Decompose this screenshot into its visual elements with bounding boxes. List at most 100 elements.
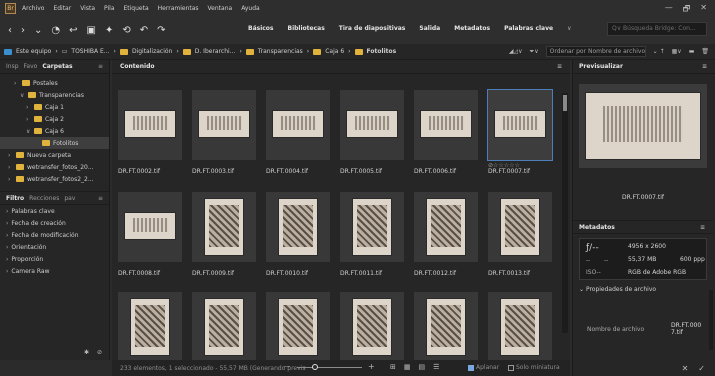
filter-1[interactable]: › Palabras clave [0, 205, 109, 217]
minimize-icon[interactable]: — [665, 3, 673, 17]
quality-icon[interactable]: ◢◿∨ [509, 48, 523, 55]
rotate-left-icon[interactable]: ↶ [140, 25, 148, 36]
thumbnail-filename[interactable]: DR.FT.0007.tif [488, 168, 530, 175]
details-view-icon[interactable]: ▤ [419, 363, 426, 371]
panel-menu-icon[interactable]: ≡ [98, 63, 103, 70]
thumbnail-filename[interactable]: DR.FT.0002.tif [118, 168, 160, 175]
tree-item-7[interactable]: › Nueva carpeta [0, 149, 109, 161]
expand-icon[interactable]: › [8, 152, 13, 159]
list-view-icon[interactable]: ☰ [433, 363, 439, 371]
menu-pila[interactable]: Pila [104, 5, 115, 12]
expand-icon[interactable]: › [26, 116, 31, 123]
expand-icon[interactable]: ∨ [26, 128, 31, 135]
trash-icon[interactable]: 🗑 [701, 48, 709, 55]
sort-select[interactable]: Ordenar por Nombre de archivo [545, 46, 646, 57]
apply-icon[interactable]: ✓ [698, 364, 705, 373]
thumbnail-filename[interactable]: DR.FT.0005.tif [340, 168, 382, 175]
crumb-iberarchi[interactable]: D. Iberarchi... [195, 48, 236, 55]
preview-image[interactable] [579, 84, 707, 168]
thumbnail-10[interactable] [340, 192, 404, 262]
thumbnail-filename[interactable]: DR.FT.0013.tif [488, 270, 530, 277]
thumbnail-7[interactable] [118, 192, 182, 262]
thumbnail-6[interactable] [487, 89, 553, 161]
crumb-caja6[interactable]: Caja 6 [325, 48, 344, 55]
history-icon[interactable]: ⌄ [34, 25, 42, 36]
crumb-transparencias[interactable]: Transparencias [258, 48, 303, 55]
menu-ayuda[interactable]: Ayuda [241, 5, 260, 12]
thumbnail-filename[interactable]: DR.FT.0010.tif [266, 270, 308, 277]
menu-vista[interactable]: Vista [80, 5, 95, 12]
thumbnail-filename[interactable]: DR.FT.0006.tif [414, 168, 456, 175]
open-recent-icon[interactable]: ⟲ [122, 25, 130, 36]
content-scrollbar[interactable] [562, 93, 568, 333]
thumbnail-size-slider[interactable] [297, 367, 362, 368]
thumbnail-18[interactable] [488, 292, 552, 362]
content-tab[interactable]: Contenido ≡ [112, 60, 570, 74]
refine-icon[interactable]: ✦ [105, 25, 113, 36]
thumbnail-4[interactable] [340, 90, 404, 160]
rotate-right-icon[interactable]: ↷ [157, 25, 165, 36]
tree-item-5[interactable]: ∨ Caja 6 [0, 125, 109, 137]
tab-filtro[interactable]: Filtro [6, 195, 24, 202]
expand-icon[interactable]: › [8, 164, 13, 171]
scroll-thumb[interactable] [563, 95, 567, 111]
thumbnail-filename[interactable]: DR.FT.0009.tif [192, 270, 234, 277]
tab-inspector[interactable]: Insp [6, 63, 19, 70]
forward-icon[interactable]: › [21, 25, 25, 36]
return-icon[interactable]: ↩ [69, 25, 77, 36]
workspace-palabras-clave[interactable]: Palabras clave [504, 25, 553, 32]
thumbnail-view-icon[interactable]: ▦ [404, 363, 411, 371]
tab-recciones[interactable]: Recciones [29, 195, 59, 202]
tree-item-4[interactable]: › Caja 2 [0, 113, 109, 125]
zoom-in-button[interactable]: + [368, 362, 375, 371]
thumbnail-9[interactable] [266, 192, 330, 262]
thumbnail-5[interactable] [414, 90, 478, 160]
cancel-icon[interactable]: ✕ [682, 364, 689, 373]
grid-lock-icon[interactable]: ⊞ [390, 363, 396, 371]
crumb-fotolitos[interactable]: Fotolitos [367, 48, 397, 55]
thumbnail-filename[interactable]: DR.FT.0012.tif [414, 270, 456, 277]
thumbnail-14[interactable] [192, 292, 256, 362]
expand-icon[interactable]: › [8, 176, 13, 183]
workspace-salida[interactable]: Salida [419, 25, 440, 32]
workspace-basicos[interactable]: Básicos [248, 25, 274, 32]
search-input[interactable]: Q∨ Búsqueda Bridge: Con... [607, 22, 707, 36]
menu-etiqueta[interactable]: Etiqueta [124, 5, 149, 12]
thumbnail-11[interactable] [414, 192, 478, 262]
crumb-toshiba[interactable]: TOSHIBA E... [71, 48, 109, 55]
tree-item-9[interactable]: › wetransfer_fotos2_2... [0, 173, 109, 185]
filter-3[interactable]: › Fecha de modificación [0, 229, 109, 241]
camera-icon[interactable]: ▣ [87, 25, 96, 36]
tab-favoritos[interactable]: Favo [24, 63, 38, 70]
crumb-este-equipo[interactable]: Este equipo [16, 48, 51, 55]
tab-metadatos[interactable]: Metadatos ≡ [573, 220, 713, 234]
workspace-metadatos[interactable]: Metadatos [454, 25, 490, 32]
thumbnail-13[interactable] [118, 292, 182, 362]
tree-item-2[interactable]: ∨ Transparencias [0, 89, 109, 101]
menu-ventana[interactable]: Ventana [208, 5, 233, 12]
panel-menu-icon[interactable]: ≡ [702, 63, 707, 70]
thumbnail-2[interactable] [192, 90, 256, 160]
expand-icon[interactable]: ∨ [20, 92, 25, 99]
workspace-tira[interactable]: Tira de diapositivas [339, 25, 406, 32]
tab-pav[interactable]: pav [64, 195, 75, 202]
workspace-bibliotecas[interactable]: Bibliotecas [288, 25, 325, 32]
thumbnail-filename[interactable]: DR.FT.0004.tif [266, 168, 308, 175]
new-folder-icon[interactable]: ▦∨ [672, 48, 682, 55]
sort-direction-icon[interactable]: ⌄ ↑ [653, 48, 665, 55]
recent-icon[interactable]: ◔ [51, 25, 60, 36]
filter-6[interactable]: › Camera Raw [0, 265, 109, 277]
tree-item-6[interactable]: Fotolitos [0, 137, 109, 149]
restore-icon[interactable]: 🗗 [683, 3, 691, 17]
zoom-out-button[interactable]: — [284, 363, 290, 370]
solo-miniatura-checkbox[interactable]: Solo miniatura [508, 364, 560, 371]
thumbnail-8[interactable] [192, 192, 256, 262]
filter-2[interactable]: › Fecha de creación [0, 217, 109, 229]
panel-menu-icon[interactable]: ≡ [98, 195, 103, 202]
filter-icon[interactable]: ⏷∨ [529, 48, 538, 56]
panel-menu-icon[interactable]: ≡ [557, 63, 562, 70]
file-properties-header[interactable]: ⌄ Propiedades de archivo [579, 286, 656, 293]
workspace-more-icon[interactable]: ∨ [567, 25, 571, 32]
aplanar-checkbox[interactable]: Aplanar [468, 364, 499, 371]
clear-filter-icon[interactable]: ⊘ [97, 349, 102, 356]
